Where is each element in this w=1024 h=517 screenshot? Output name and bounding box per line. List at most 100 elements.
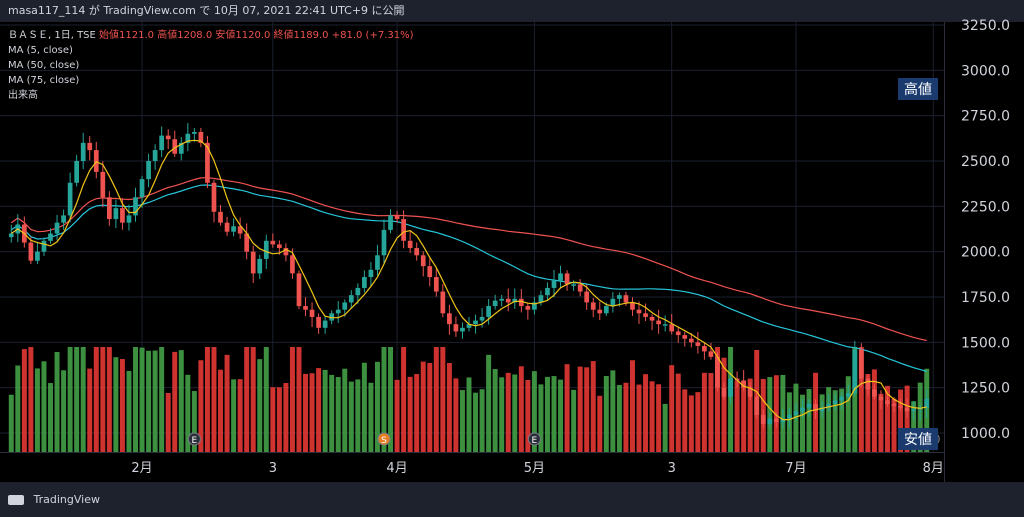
candle-body — [296, 273, 302, 307]
candle-body — [558, 273, 563, 281]
y-tick-label: 2000.0 — [961, 245, 1010, 261]
candle-body — [368, 269, 374, 278]
volume-bar — [486, 354, 492, 452]
candle-body — [767, 418, 773, 424]
candle-body — [688, 338, 694, 343]
volume-bar — [289, 347, 295, 452]
candle-body — [695, 342, 701, 346]
volume-bar — [204, 347, 210, 452]
candle-body — [8, 233, 14, 238]
candle-body — [453, 324, 459, 332]
candle-body — [904, 407, 910, 412]
candle-body — [67, 182, 73, 216]
volume-bar — [283, 383, 289, 452]
legend-symbol: ＢＡＳＥ, 1日, TSE — [8, 30, 96, 41]
volume-bar — [178, 350, 184, 452]
candle-body — [865, 378, 871, 390]
candle-body — [577, 284, 583, 292]
candle-body — [708, 351, 714, 357]
candle-body — [355, 287, 361, 296]
volume-bar — [218, 369, 224, 452]
volume-bar — [682, 389, 688, 452]
volume-bar — [473, 392, 479, 452]
volume-bar — [433, 347, 439, 452]
volume-bar — [420, 361, 426, 452]
legend-symbol-row[interactable]: ＢＡＳＥ, 1日, TSE 始値1121.0 高値1208.0 安値1120.0… — [8, 28, 414, 43]
y-tick-label: 3250.0 — [961, 18, 1010, 34]
volume-bar — [643, 374, 649, 452]
ma50-line — [10, 184, 927, 372]
volume-bar — [322, 369, 328, 452]
candle-body — [787, 414, 792, 419]
y-tick-label: 3000.0 — [961, 63, 1010, 79]
volume-bar — [505, 372, 511, 452]
volume-bar — [28, 347, 34, 452]
candle-body — [192, 131, 197, 134]
candle-body — [728, 378, 733, 397]
candle-body — [257, 258, 263, 274]
candle-body — [139, 179, 145, 198]
volume-bar — [348, 381, 354, 452]
volume-bar — [675, 373, 681, 452]
candle-body — [427, 266, 433, 278]
candle-body — [564, 273, 570, 285]
y-tick-label: 1000.0 — [961, 426, 1010, 442]
legend-ohlc: 始値1121.0 高値1208.0 安値1120.0 終値1189.0 +81.… — [99, 30, 414, 41]
tradingview-logo-icon — [8, 495, 24, 505]
volume-bar — [342, 368, 348, 452]
legend-volume[interactable]: 出来高 — [8, 88, 414, 103]
volume-bar — [427, 363, 433, 452]
candle-body — [839, 396, 845, 401]
volume-bar — [126, 370, 132, 452]
x-tick-label: 3 — [269, 461, 277, 476]
candle-body — [878, 396, 884, 401]
candle-body — [93, 150, 99, 172]
candle-body — [165, 135, 171, 140]
candle-body — [113, 208, 119, 220]
candle-body — [590, 302, 596, 310]
candle-body — [486, 306, 491, 317]
volume-bar — [649, 381, 655, 452]
volume-bar — [211, 347, 217, 452]
volume-bar — [172, 351, 178, 452]
candle-body — [250, 251, 256, 274]
volume-bar — [440, 347, 446, 452]
candle-body — [721, 387, 727, 397]
volume-bar — [695, 392, 701, 452]
candle-body — [87, 142, 93, 151]
y-tick-label: 2750.0 — [961, 109, 1010, 125]
volume-bar — [224, 354, 230, 452]
candle-body — [603, 306, 609, 314]
volume-bar — [48, 383, 53, 452]
legend-ma75[interactable]: MA (75, close) — [8, 73, 414, 88]
candle-body — [845, 393, 851, 397]
candle-body — [662, 324, 668, 326]
volume-bar — [407, 376, 413, 452]
volume-bar — [335, 377, 341, 452]
candle-body — [231, 226, 236, 232]
volume-bar — [139, 347, 145, 452]
volume-bar — [708, 373, 714, 452]
legend-ma50[interactable]: MA (50, close) — [8, 58, 414, 73]
candle-body — [858, 349, 864, 379]
volume-bar — [303, 373, 309, 452]
volume-bar — [603, 376, 609, 452]
candle-body — [48, 233, 53, 241]
volume-bar — [237, 379, 243, 452]
volume-bar — [551, 376, 557, 452]
candle-body — [100, 171, 106, 198]
candle-body — [126, 215, 132, 223]
candle-body — [460, 327, 465, 332]
volume-bar — [414, 374, 420, 452]
candle-body — [891, 403, 897, 406]
candle-body — [80, 142, 86, 161]
volume-bar — [93, 347, 99, 452]
volume-bar — [113, 357, 119, 452]
volume-bar — [446, 363, 452, 452]
candle-body — [545, 287, 550, 296]
candle-body — [571, 284, 576, 286]
volume-bar — [518, 366, 524, 452]
candle-body — [74, 161, 80, 183]
legend-ma5[interactable]: MA (5, close) — [8, 43, 414, 58]
candle-body — [348, 295, 354, 303]
